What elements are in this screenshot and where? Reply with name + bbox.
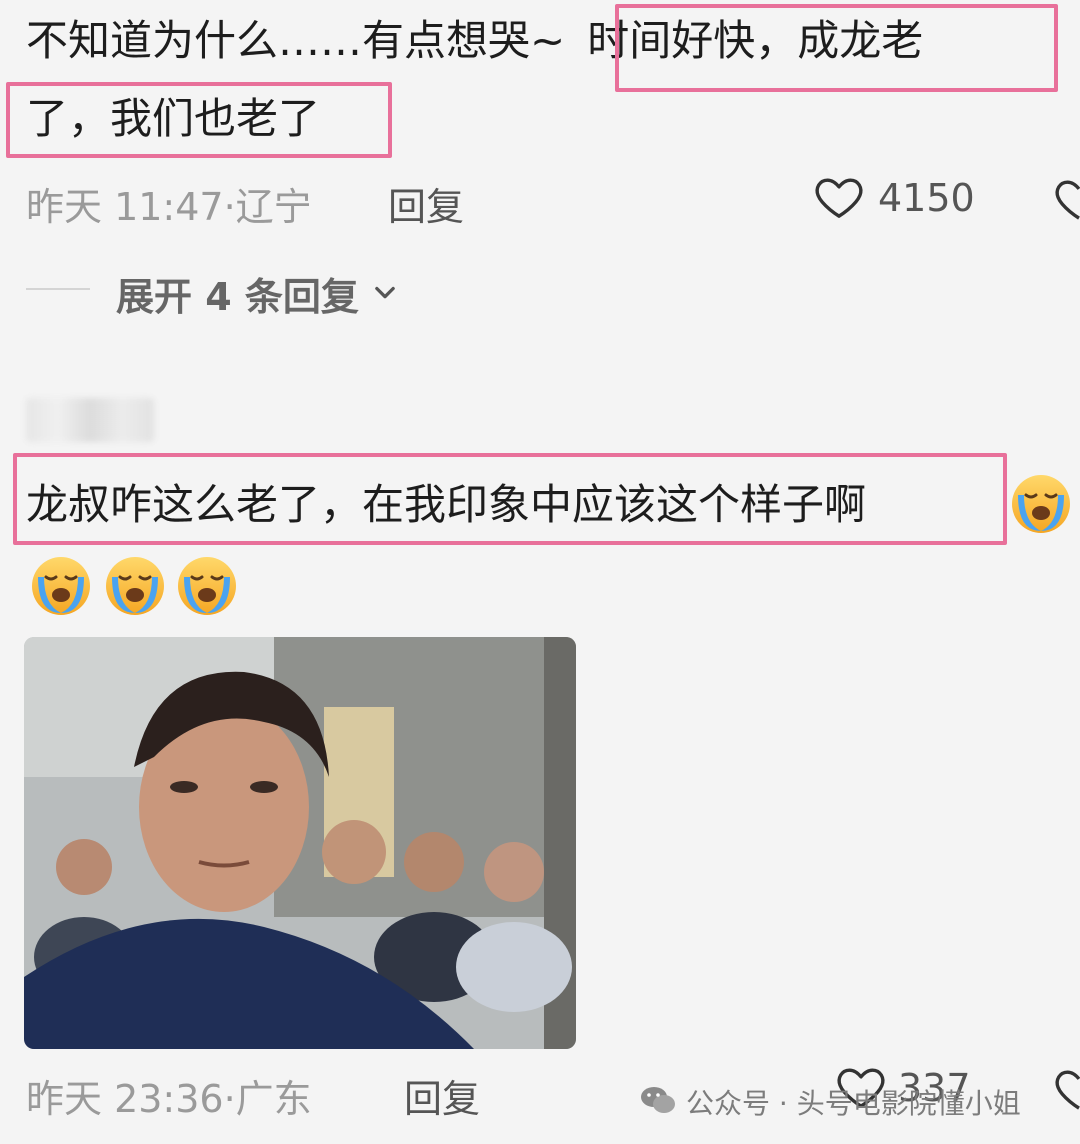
wechat-icon xyxy=(640,1085,676,1119)
blurred-username[interactable] xyxy=(26,398,154,442)
comment2-time: 昨天 23:36· xyxy=(26,1077,236,1121)
watermark: 公众号 · 头号电影院懂小姐 xyxy=(640,1082,1021,1122)
comment1-text-part-a: 不知道为什么……有点想哭~ xyxy=(26,16,566,65)
attached-photo[interactable] xyxy=(24,637,576,1049)
highlight-box xyxy=(13,453,1007,545)
comment1-location: 辽宁 xyxy=(235,185,312,229)
expand-replies-button[interactable]: 展开 4 条回复 xyxy=(116,266,399,321)
expand-replies-label: 展开 4 条回复 xyxy=(116,275,359,319)
comment1-time: 昨天 11:47· xyxy=(26,185,236,229)
highlight-box xyxy=(6,82,392,158)
crying-emoji xyxy=(30,555,92,617)
heart-icon[interactable] xyxy=(812,170,866,224)
comment1-reply-button[interactable]: 回复 xyxy=(388,176,464,231)
comment2-meta: 昨天 23:36·广东 xyxy=(26,1068,312,1123)
comment2-reply-button[interactable]: 回复 xyxy=(404,1068,480,1123)
expand-divider xyxy=(26,288,90,290)
watermark-text: 公众号 · 头号电影院懂小姐 xyxy=(686,1087,1021,1120)
chevron-down-icon xyxy=(371,278,399,310)
comment1-like-count: 4150 xyxy=(878,176,975,220)
comment1-meta: 昨天 11:47·辽宁 xyxy=(26,176,312,231)
crying-emoji xyxy=(104,555,166,617)
highlight-box xyxy=(615,4,1058,92)
crying-emoji xyxy=(1010,473,1072,535)
dislike-icon[interactable] xyxy=(1052,172,1080,226)
dislike-icon[interactable] xyxy=(1052,1062,1080,1116)
comment2-location: 广东 xyxy=(235,1077,312,1121)
crying-emoji xyxy=(176,555,238,617)
